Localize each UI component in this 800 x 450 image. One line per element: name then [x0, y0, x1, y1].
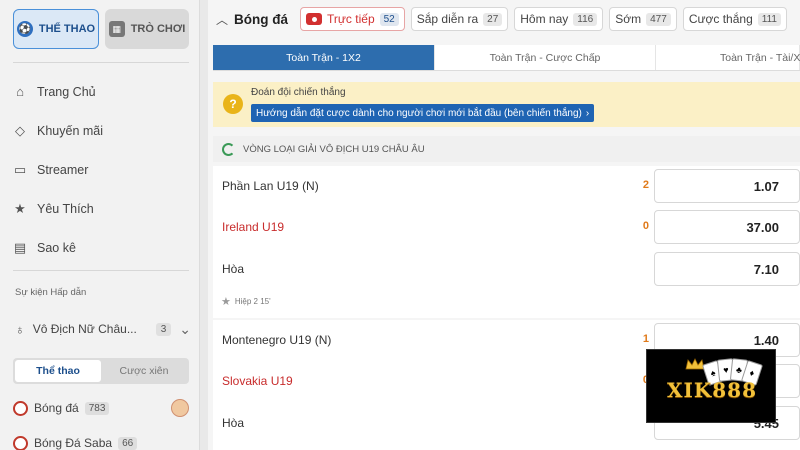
- sidebar-item-sao-ke[interactable]: ▤ Sao kê: [13, 228, 189, 267]
- guide-button[interactable]: Hướng dẫn đặt cược dành cho người chơi m…: [251, 104, 595, 122]
- sidebar-item-label: Streamer: [37, 162, 89, 177]
- filter-truc-tiep[interactable]: Trực tiếp 52: [300, 7, 405, 31]
- filter-count: 116: [573, 12, 598, 26]
- team-row-home: Phần Lan U19 (N) 2 1.07: [213, 169, 800, 203]
- soccer-ball-icon: [13, 400, 28, 416]
- filter-hom-nay[interactable]: Hôm nay 116: [514, 7, 604, 31]
- filter-sap-dien-ra[interactable]: Sắp diễn ra 27: [410, 7, 509, 31]
- filter-label: Sắp diễn ra: [416, 12, 479, 26]
- team-score: 1: [642, 333, 649, 345]
- team-score: 0: [642, 220, 649, 232]
- segment-the-thao[interactable]: Thể thao: [15, 360, 101, 382]
- league-icon: [222, 142, 235, 156]
- section-title: Sự kiện Hấp dẫn: [15, 287, 87, 298]
- tab-1x2[interactable]: Toàn Trận - 1X2: [213, 45, 435, 70]
- event-count: 3: [155, 322, 172, 336]
- divider: [13, 270, 189, 271]
- filter-som[interactable]: Sớm 477: [609, 7, 677, 31]
- odds-button[interactable]: 1.07: [654, 169, 800, 203]
- chevron-down-icon[interactable]: ⌄: [179, 321, 191, 338]
- filter-label: Hôm nay: [520, 12, 569, 26]
- filter-cuoc-thang[interactable]: Cược thắng 111: [682, 7, 787, 31]
- match-time: ★ Hiệp 2 15': [221, 295, 271, 308]
- team-row-away: Ireland U19 0 37.00: [213, 210, 800, 244]
- filter-count: 111: [757, 12, 781, 26]
- featured-event-item[interactable]: ♁ Vô Địch Nữ Châu... 3 ⌄: [15, 318, 191, 340]
- league-header[interactable]: VÒNG LOẠI GIẢI VÔ ĐỊCH U19 CHÂU ÂU: [213, 136, 800, 162]
- sidebar-top-tabs: ⚽ Thể thao ▦ Trò chơi: [13, 9, 189, 49]
- promo-banner: ? Đoán đội chiến thắng Hướng dẫn đặt cượ…: [213, 82, 800, 127]
- sport-item-bong-da[interactable]: Bóng đá 783: [13, 397, 189, 419]
- sidebar-item-label: Khuyến mãi: [37, 123, 104, 138]
- soccer-ball-icon: [13, 435, 28, 450]
- guide-button-label: Hướng dẫn đặt cược dành cho người chơi m…: [256, 107, 582, 119]
- match-card: Phần Lan U19 (N) 2 1.07 Ireland U19 0 37…: [213, 166, 800, 318]
- chevron-up-icon[interactable]: ︿: [216, 11, 228, 28]
- avatar: [171, 399, 189, 417]
- sidebar-item-label: Sao kê: [37, 240, 76, 255]
- odds-button[interactable]: 37.00: [654, 210, 800, 244]
- diamond-icon: ◇: [15, 122, 25, 138]
- tab-cuoc-chap[interactable]: Toàn Trận - Cược Chấp: [435, 45, 656, 70]
- sport-label: Bóng đá: [34, 401, 79, 415]
- team-name: Montenegro U19 (N): [222, 333, 332, 347]
- chevron-right-icon: ›: [585, 107, 590, 119]
- tab-tro-choi-label: Trò chơi: [130, 23, 186, 35]
- tab-tai-xiu[interactable]: Toàn Trận - Tài/Xỉu: [656, 45, 800, 70]
- segment-cuoc-xien[interactable]: Cược xiên: [101, 360, 187, 382]
- promo-title: Đoán đội chiến thắng: [251, 87, 346, 98]
- sport-type-toggle: Thể thao Cược xiên: [13, 358, 189, 384]
- live-icon: [306, 13, 323, 25]
- team-name: Phần Lan U19 (N): [222, 179, 319, 193]
- sport-label: Bóng Đá Saba: [34, 436, 113, 450]
- home-icon: ⌂: [16, 84, 24, 99]
- sidebar-nav: ⌂ Trang Chủ ◇ Khuyến mãi ▭ Streamer ★ Yê…: [13, 72, 189, 267]
- team-score: 2: [642, 179, 649, 191]
- sidebar-item-trang-chu[interactable]: ⌂ Trang Chủ: [13, 72, 189, 111]
- sidebar-item-label: Trang Chủ: [37, 84, 96, 99]
- team-name: Ireland U19: [222, 220, 285, 234]
- team-row-draw: Hòa 7.10: [213, 252, 800, 286]
- sidebar-item-yeu-thich[interactable]: ★ Yêu Thích: [13, 189, 189, 228]
- sidebar-item-khuyen-mai[interactable]: ◇ Khuyến mãi: [13, 111, 189, 150]
- trophy-icon: ♁: [15, 321, 25, 337]
- sport-item-bong-da-saba[interactable]: Bóng Đá Saba 66: [13, 432, 189, 450]
- filter-count: 52: [379, 12, 399, 26]
- star-icon[interactable]: ★: [221, 295, 231, 308]
- event-label: Vô Địch Nữ Châu...: [32, 322, 137, 336]
- brand-logo-text: XIK888: [666, 378, 757, 402]
- sidebar: ⚽ Thể thao ▦ Trò chơi ⌂ Trang Chủ ◇ Khuy…: [0, 0, 200, 450]
- statement-icon: ▤: [13, 239, 27, 255]
- header-bar: ︿ Bóng đá Trực tiếp 52 Sắp diễn ra 27 Hô…: [208, 0, 800, 38]
- sport-count: 783: [84, 401, 110, 415]
- filter-count: 27: [483, 12, 503, 26]
- soccer-ball-icon: ⚽: [16, 21, 33, 37]
- draw-label: Hòa: [222, 262, 245, 276]
- team-name: Slovakia U19: [222, 374, 293, 388]
- filter-label: Cược thắng: [688, 12, 753, 26]
- sport-count: 66: [118, 436, 138, 450]
- odds-button[interactable]: 7.10: [654, 252, 800, 286]
- divider: [13, 62, 189, 63]
- league-title: VÒNG LOẠI GIẢI VÔ ĐỊCH U19 CHÂU ÂU: [243, 143, 425, 155]
- match-time-label: Hiệp 2 15': [234, 297, 271, 306]
- sidebar-item-streamer[interactable]: ▭ Streamer: [13, 150, 189, 189]
- tab-the-thao[interactable]: ⚽ Thể thao: [13, 9, 99, 49]
- sidebar-item-label: Yêu Thích: [37, 201, 94, 216]
- star-icon: ★: [14, 200, 26, 216]
- question-icon: ?: [223, 94, 243, 114]
- game-icon: ▦: [108, 21, 125, 37]
- market-tabs: Toàn Trận - 1X2 Toàn Trận - Cược Chấp To…: [213, 45, 800, 71]
- draw-label: Hòa: [222, 416, 245, 430]
- tab-the-thao-label: Thể thao: [38, 23, 96, 35]
- page-title: Bóng đá: [234, 11, 289, 27]
- brand-logo: ♠ ♥ ♣ ♦ XIK888: [646, 349, 776, 423]
- filter-label: Trực tiếp: [327, 12, 375, 26]
- tab-tro-choi[interactable]: ▦ Trò chơi: [105, 9, 189, 49]
- filter-count: 477: [646, 12, 671, 26]
- filter-label: Sớm: [615, 12, 642, 26]
- tv-icon: ▭: [13, 161, 27, 177]
